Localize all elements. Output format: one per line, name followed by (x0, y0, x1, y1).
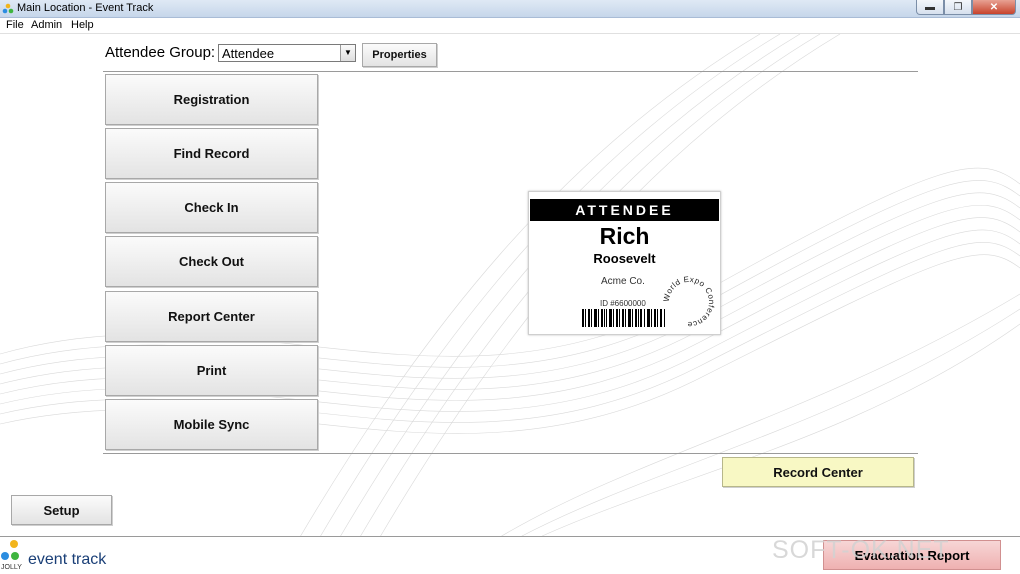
maximize-button[interactable]: ❐ (944, 0, 972, 15)
record-center-button[interactable]: Record Center (722, 457, 914, 487)
window-controls: ▬ ❐ ✕ (916, 0, 1016, 15)
badge-id: ID #6600000 (600, 299, 646, 308)
setup-button[interactable]: Setup (11, 495, 112, 525)
top-divider (103, 71, 918, 72)
attendee-group-value: Attendee (222, 46, 275, 61)
badge-header: ATTENDEE (530, 199, 719, 221)
report-center-button[interactable]: Report Center (105, 291, 318, 342)
minimize-button[interactable]: ▬ (916, 0, 944, 15)
seal-text: World Expo Conference (662, 275, 716, 329)
registration-button[interactable]: Registration (105, 74, 318, 125)
close-button[interactable]: ✕ (972, 0, 1016, 15)
watermark: SOFT-OK.NET (772, 536, 950, 564)
svg-text:World Expo Conference: World Expo Conference (662, 275, 716, 329)
barcode-icon (582, 309, 665, 327)
logo-dots-icon (1, 540, 19, 560)
conference-seal-icon: World Expo Conference (662, 275, 716, 329)
check-out-button[interactable]: Check Out (105, 236, 318, 287)
dropdown-arrow-icon[interactable]: ▼ (340, 45, 355, 61)
title-bar: Main Location - Event Track ▬ ❐ ✕ (0, 0, 1020, 18)
maker-name: JOLLY (1, 564, 22, 571)
menu-admin[interactable]: Admin (31, 19, 62, 31)
menu-help[interactable]: Help (71, 19, 94, 31)
attendee-group-select[interactable]: Attendee ▼ (218, 44, 356, 62)
badge-company: Acme Co. (601, 276, 645, 287)
window-title: Main Location - Event Track (17, 2, 154, 14)
brand-name: event track (28, 551, 107, 568)
app-icon (2, 3, 14, 14)
check-in-button[interactable]: Check In (105, 182, 318, 233)
badge-preview: ATTENDEE Rich Roosevelt Acme Co. ID #660… (528, 191, 721, 335)
attendee-group-label: Attendee Group: (105, 44, 216, 61)
mobile-sync-button[interactable]: Mobile Sync (105, 399, 318, 450)
menu-file[interactable]: File (6, 19, 24, 31)
menu-bar: File Admin Help (0, 18, 1020, 34)
badge-last-name: Roosevelt (593, 251, 656, 266)
print-button[interactable]: Print (105, 345, 318, 396)
event-track-logo: event track JOLLY (0, 538, 130, 574)
find-record-button[interactable]: Find Record (105, 128, 318, 179)
badge-first-name: Rich (599, 223, 650, 249)
properties-button[interactable]: Properties (362, 43, 437, 67)
bottom-divider (103, 453, 918, 454)
